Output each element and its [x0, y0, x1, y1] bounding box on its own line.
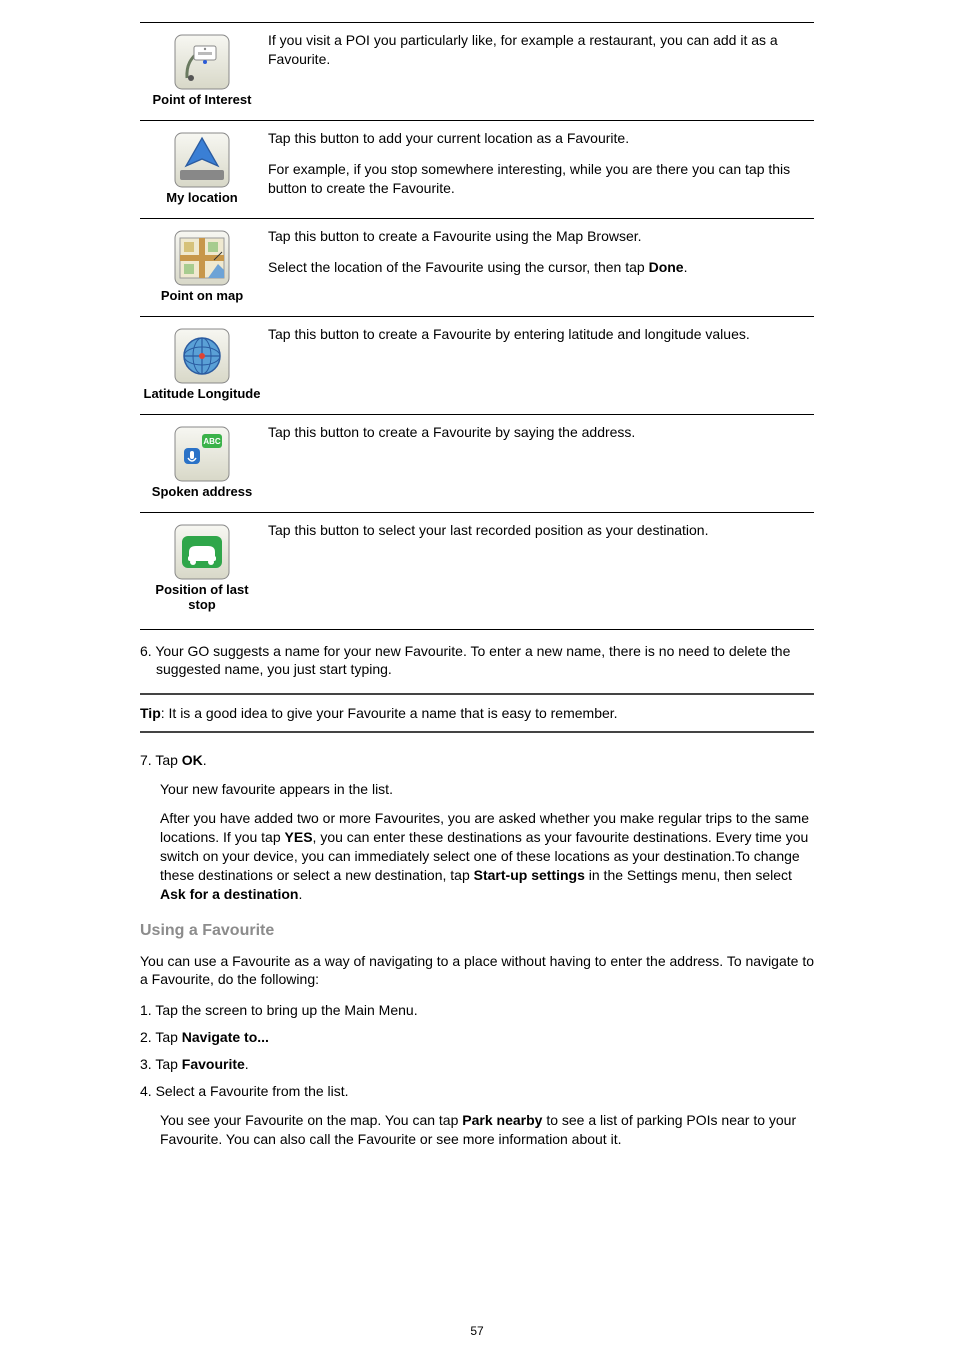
icon-cell-spoken: ABC Spoken address [140, 421, 264, 500]
point-on-map-icon [174, 230, 230, 286]
row-lat-lon: Latitude Longitude Tap this button to cr… [140, 316, 814, 414]
point-on-map-label: Point on map [140, 289, 264, 304]
icon-cell-latlon: Latitude Longitude [140, 323, 264, 402]
row-point-on-map: Point on map Tap this button to create a… [140, 218, 814, 316]
icon-cell-poslast: Position of last stop [140, 519, 264, 613]
lat-lon-label: Latitude Longitude [140, 387, 264, 402]
pointmap-p1: Tap this button to create a Favourite us… [268, 227, 814, 246]
section-intro: You can use a Favourite as a way of navi… [140, 952, 814, 990]
divider [140, 629, 814, 630]
tip-box: Tip: It is a good idea to give your Favo… [140, 693, 814, 733]
icon-cell-poi: Point of Interest [140, 29, 264, 108]
position-last-stop-label: Position of last stop [140, 583, 264, 613]
nav-step-4: 4. Select a Favourite from the list. [140, 1082, 814, 1101]
poi-desc: If you visit a POI you particularly like… [264, 29, 814, 108]
pointmap-desc: Tap this button to create a Favourite us… [264, 225, 814, 304]
section-heading-using-favourite: Using a Favourite [140, 922, 814, 940]
tip-bold: Tip [140, 705, 161, 721]
poi-icon [174, 34, 230, 90]
row-position-last-stop: Position of last stop Tap this button to… [140, 512, 814, 625]
poslast-p1: Tap this button to select your last reco… [268, 521, 814, 540]
step-7-body-1: Your new favourite appears in the list. [140, 780, 814, 799]
myloc-desc: Tap this button to add your current loca… [264, 127, 814, 206]
row-my-location: My location Tap this button to add your … [140, 120, 814, 218]
nav-step-2: 2. Tap Navigate to... [140, 1028, 814, 1047]
pointmap-p2: Select the location of the Favourite usi… [268, 258, 814, 277]
step-7-body-2: After you have added two or more Favouri… [140, 809, 814, 903]
icon-cell-pointmap: Point on map [140, 225, 264, 304]
latlon-desc: Tap this button to create a Favourite by… [264, 323, 814, 402]
poi-label: Point of Interest [140, 93, 264, 108]
spoken-address-label: Spoken address [140, 485, 264, 500]
latlon-p1: Tap this button to create a Favourite by… [268, 325, 814, 344]
row-point-of-interest: Point of Interest If you visit a POI you… [140, 22, 814, 120]
spoken-address-icon: ABC [174, 426, 230, 482]
position-last-stop-icon [174, 524, 230, 580]
page-number: 57 [0, 1324, 954, 1338]
nav-step-1: 1. Tap the screen to bring up the Main M… [140, 1001, 814, 1020]
lat-lon-icon [174, 328, 230, 384]
step-7: 7. Tap OK. [140, 751, 814, 770]
poslast-desc: Tap this button to select your last reco… [264, 519, 814, 613]
nav-step-4-body: You see your Favourite on the map. You c… [140, 1111, 814, 1149]
my-location-icon [174, 132, 230, 188]
nav-step-3: 3. Tap Favourite. [140, 1055, 814, 1074]
icon-cell-myloc: My location [140, 127, 264, 206]
svg-text:ABC: ABC [203, 437, 221, 446]
row-spoken-address: ABC Spoken address Tap this button to cr… [140, 414, 814, 512]
tip-text: : It is a good idea to give your Favouri… [161, 705, 618, 721]
myloc-p1: Tap this button to add your current loca… [268, 129, 814, 148]
poi-desc-text: If you visit a POI you particularly like… [268, 31, 814, 69]
myloc-p2: For example, if you stop somewhere inter… [268, 160, 814, 198]
spoken-desc: Tap this button to create a Favourite by… [264, 421, 814, 500]
my-location-label: My location [140, 191, 264, 206]
step-6: 6. Your GO suggests a name for your new … [156, 642, 814, 680]
spoken-p1: Tap this button to create a Favourite by… [268, 423, 814, 442]
